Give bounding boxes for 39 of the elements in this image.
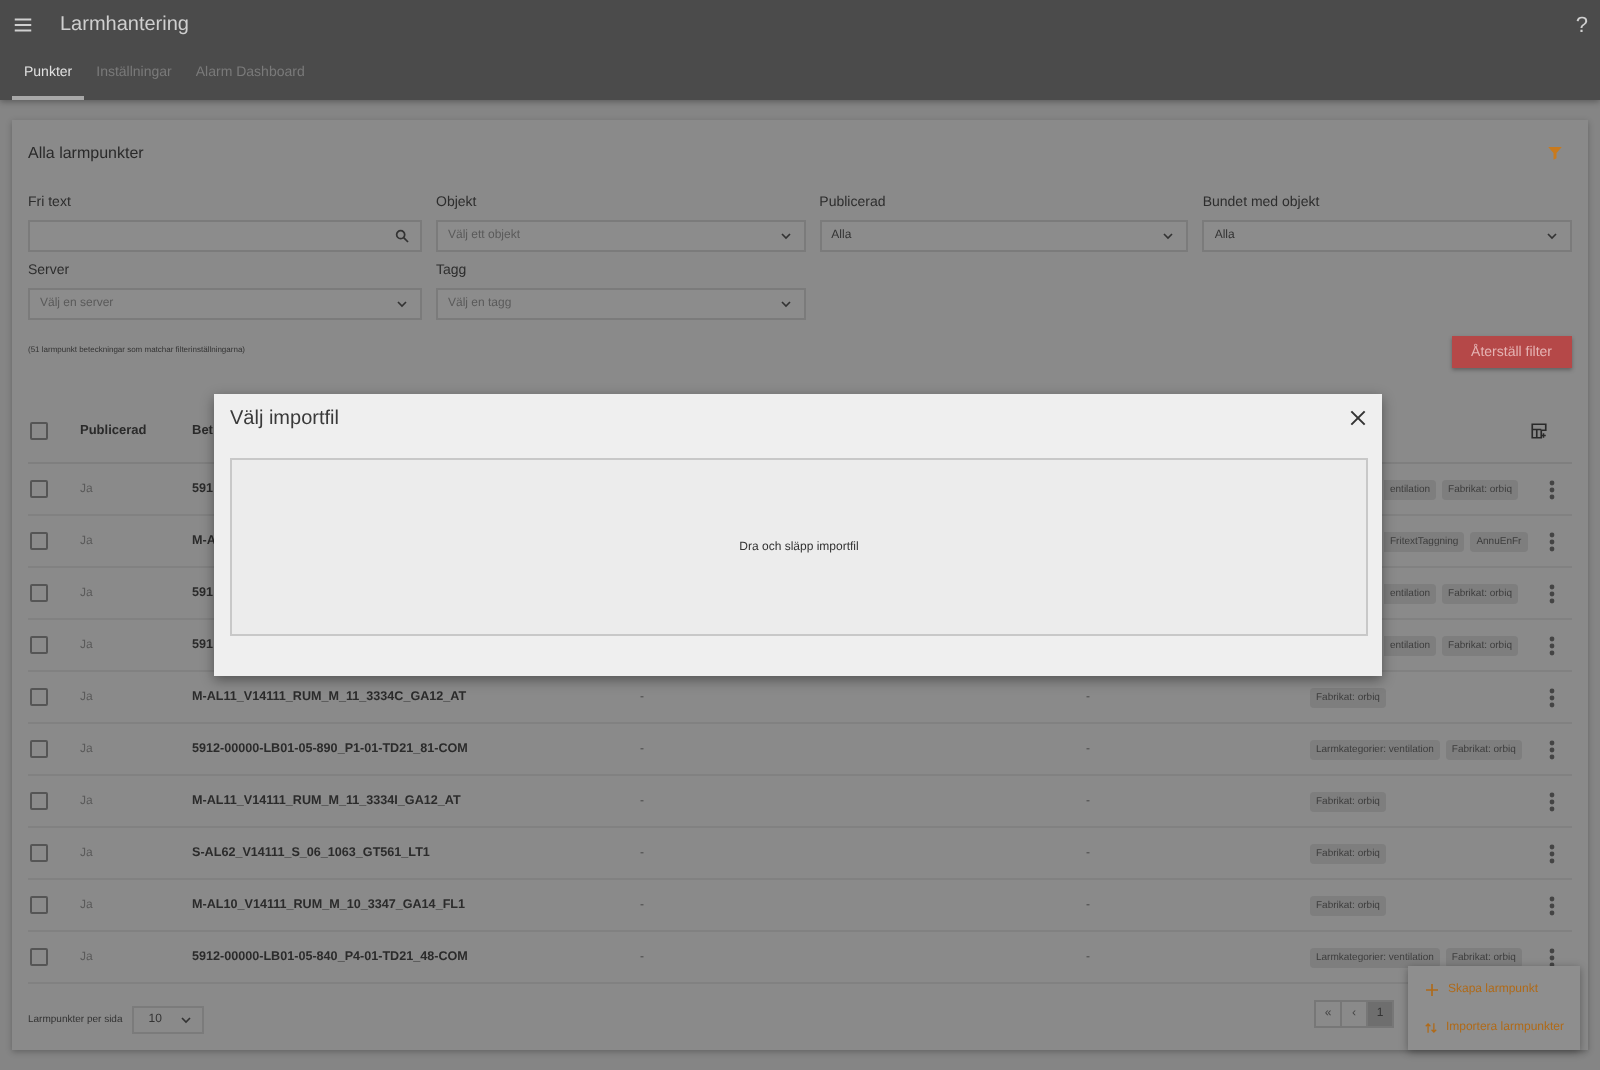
checkbox[interactable] [30, 421, 48, 439]
chevron-icon [1160, 228, 1177, 244]
checkbox[interactable] [30, 636, 48, 654]
swap-arrows-icon [1424, 1019, 1438, 1035]
chevron-icon [177, 1012, 194, 1028]
chevron-icon [394, 296, 410, 312]
more-icon[interactable] [1546, 583, 1558, 603]
menu-icon[interactable] [12, 14, 34, 36]
close-button[interactable] [1348, 408, 1368, 428]
dialog-title: Välj importfil [230, 407, 339, 429]
more-icon[interactable] [1546, 791, 1558, 811]
checkbox[interactable] [30, 792, 48, 810]
more-icon[interactable] [1546, 635, 1558, 655]
checkbox[interactable] [30, 532, 48, 550]
table-settings-icon[interactable] [1530, 421, 1548, 439]
more-icon[interactable] [1546, 843, 1558, 863]
more-icon[interactable] [1546, 895, 1558, 915]
more-icon[interactable] [1546, 479, 1558, 499]
checkbox[interactable] [30, 740, 48, 758]
app-title: Larmhantering [60, 14, 191, 36]
checkbox[interactable] [30, 844, 48, 862]
checkbox[interactable] [30, 688, 48, 706]
more-icon[interactable] [1546, 687, 1558, 707]
search-field[interactable] [28, 220, 422, 252]
checkbox[interactable] [30, 480, 48, 498]
more-icon[interactable] [1546, 739, 1558, 759]
more-icon[interactable] [1546, 947, 1558, 967]
plus-icon [1424, 981, 1440, 997]
chevron-icon [1544, 228, 1560, 244]
checkbox[interactable] [30, 896, 48, 914]
checkbox[interactable] [30, 584, 48, 602]
chevron-icon [777, 296, 794, 312]
more-icon[interactable] [1546, 531, 1558, 551]
close-icon [1348, 408, 1368, 428]
card-title: Alla larmpunkter [28, 143, 144, 161]
search-icon [394, 228, 410, 244]
chevron-icon [777, 228, 794, 244]
help-button[interactable]: ? [1575, 13, 1588, 37]
checkbox[interactable] [30, 948, 48, 966]
